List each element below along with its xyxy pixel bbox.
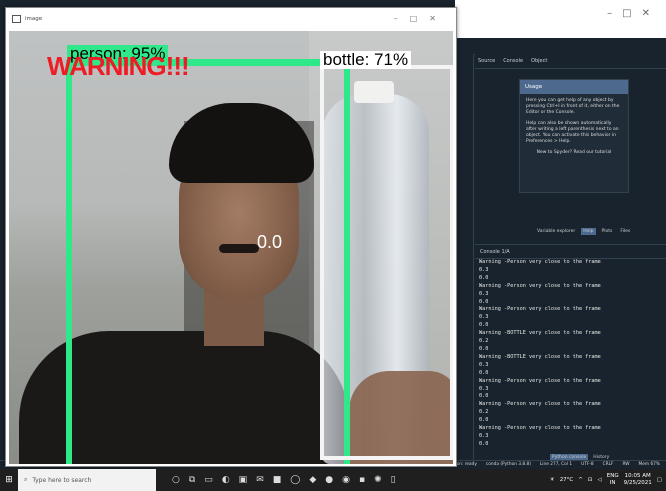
bottle-bounding-box — [320, 65, 453, 460]
console-line: 0.3 — [479, 266, 489, 273]
console-line: 0.0 — [479, 345, 489, 352]
task-view-icon[interactable]: ⧉ — [189, 475, 195, 485]
notification-icon[interactable]: ▢ — [657, 477, 662, 483]
console-line: 0.0 — [479, 393, 489, 400]
image-window[interactable]: image –□✕ person: 95% WARNING!!! bottle:… — [5, 7, 457, 467]
console-tab[interactable]: Console 1/A — [475, 245, 666, 259]
spyder-titlebar: –□✕ — [455, 0, 666, 38]
help-object-tab[interactable]: Object — [531, 58, 547, 64]
spyder-icon[interactable]: ✺ — [374, 475, 382, 485]
distance-readout: 0.0 — [257, 232, 283, 252]
console-line: 0.3 — [479, 314, 489, 321]
file-explorer-icon[interactable]: ▭ — [204, 475, 213, 485]
tab-plots[interactable]: Plots — [600, 228, 615, 235]
image-window-titlebar[interactable]: image — [6, 8, 456, 30]
help-pane: Source Console Object Usage Here you can… — [475, 54, 666, 240]
windows-start-icon[interactable]: ⊞ — [0, 469, 18, 491]
tab-help[interactable]: Help — [581, 228, 596, 235]
app-icon[interactable]: ▪ — [359, 475, 365, 485]
camera-frame: person: 95% WARNING!!! bottle: 71% 0.0 — [9, 31, 453, 464]
usage-text-1: Here you can get help of any object by p… — [526, 98, 620, 115]
chrome-icon[interactable]: ● — [325, 475, 333, 485]
console-line: 0.3 — [479, 361, 489, 368]
network-icon[interactable]: ⊡ — [588, 477, 593, 483]
window-app-icon — [12, 15, 21, 23]
app-icon[interactable]: ◯ — [290, 475, 300, 485]
console-line: 0.0 — [479, 417, 489, 424]
spyder-editor-strip — [455, 54, 474, 460]
console-line: Warning -BOTTLE very close to the frame — [479, 330, 601, 337]
console-line: 0.0 — [479, 440, 489, 447]
console-output: Warning -Person very close to the frame 0… — [479, 259, 601, 449]
console-line: Warning -Person very close to the frame — [479, 401, 601, 408]
tab-variable-explorer[interactable]: Variable explorer — [535, 228, 577, 235]
app-icon[interactable]: ■ — [273, 475, 282, 485]
person-bounding-box — [66, 60, 350, 464]
console-line: 0.3 — [479, 385, 489, 392]
edge-icon[interactable]: ◐ — [222, 475, 230, 485]
image-window-title: image — [25, 16, 43, 22]
status-encoding: UTF-8 — [581, 462, 594, 467]
console-line: 0.0 — [479, 322, 489, 329]
help-console-tab[interactable]: Console — [503, 58, 523, 64]
status-conda: conda (Python 3.8.8) — [485, 462, 531, 467]
console-line: Warning -Person very close to the frame — [479, 306, 601, 313]
pane-tabs: Variable explorer Help Plots Files — [535, 228, 632, 235]
console-line: Warning -Person very close to the frame — [479, 259, 601, 265]
taskbar: ⊞ ⌕ Type here to search ○ ⧉ ▭ ◐ ▣ ✉ ■ ◯ … — [0, 469, 666, 491]
app-icon[interactable]: ◆ — [309, 475, 316, 485]
console-line: 0.0 — [479, 369, 489, 376]
console-line: Warning -Person very close to the frame — [479, 282, 601, 289]
search-placeholder: Type here to search — [32, 476, 92, 484]
console-line: 0.3 — [479, 290, 489, 297]
bottle-detection-label: bottle: 71% — [320, 51, 412, 69]
spyder-toolbar — [455, 38, 666, 55]
help-source-tab[interactable]: Source — [478, 58, 495, 64]
console-pane: Console 1/A Warning -Person very close t… — [475, 244, 666, 461]
console-line: Warning -Person very close to the frame — [479, 377, 601, 384]
console-line: Warning -Person very close to the frame — [479, 425, 601, 432]
app-icon[interactable]: ▯ — [391, 475, 396, 485]
usage-box: Usage Here you can get help of any objec… — [519, 79, 629, 193]
console-line: 0.3 — [479, 432, 489, 439]
status-permissions: RW — [622, 462, 630, 467]
region-label: IN — [609, 480, 616, 486]
image-window-controls[interactable]: –□✕ — [394, 14, 448, 23]
mail-icon[interactable]: ✉ — [256, 475, 264, 485]
warning-text: WARNING!!! — [47, 51, 190, 81]
console-line: Warning -BOTTLE very close to the frame — [479, 353, 601, 360]
system-tray: ☀ 27°C ^ ⊡ ◁ ENG IN 10:05 AM 9/25/2021 ▢ — [550, 469, 662, 491]
console-line: 0.0 — [479, 298, 489, 305]
status-cursor: Line 277, Col 1 — [539, 462, 573, 467]
taskbar-apps: ○ ⧉ ▭ ◐ ▣ ✉ ■ ◯ ◆ ● ◉ ▪ ✺ ▯ — [172, 475, 396, 485]
cortana-icon[interactable]: ○ — [172, 475, 180, 485]
usage-text-2: Help can also be shown automatically aft… — [526, 121, 619, 144]
search-icon: ⌕ — [24, 476, 28, 483]
taskbar-search[interactable]: ⌕ Type here to search — [18, 469, 156, 491]
weather-temp[interactable]: 27°C — [560, 477, 574, 483]
tab-files[interactable]: Files — [618, 228, 632, 235]
clock-date: 9/25/2021 — [623, 480, 652, 486]
console-line: 0.0 — [479, 274, 489, 281]
clock[interactable]: 10:05 AM 9/25/2021 — [624, 473, 652, 487]
usage-body: Here you can get help of any object by p… — [520, 94, 628, 160]
language-indicator[interactable]: ENG IN — [607, 473, 619, 487]
console-line: 0.2 — [479, 409, 489, 416]
status-eol: CRLF — [602, 462, 614, 467]
weather-icon[interactable]: ☀ — [550, 477, 555, 483]
clock-time: 10:05 AM — [624, 473, 651, 479]
volume-icon[interactable]: ◁ — [598, 477, 602, 483]
help-source-tabs: Source Console Object — [475, 54, 666, 69]
status-memory: Mem 67% — [638, 462, 660, 467]
store-icon[interactable]: ▣ — [239, 475, 248, 485]
console-line: 0.2 — [479, 338, 489, 345]
lang-label: ENG — [606, 473, 619, 479]
spyder-window-controls[interactable]: –□✕ — [607, 8, 660, 19]
tray-chevron-icon[interactable]: ^ — [578, 477, 583, 483]
app-icon[interactable]: ◉ — [342, 475, 350, 485]
usage-text-3: New to Spyder? Read our tutorial — [536, 150, 612, 155]
usage-title: Usage — [520, 80, 628, 94]
